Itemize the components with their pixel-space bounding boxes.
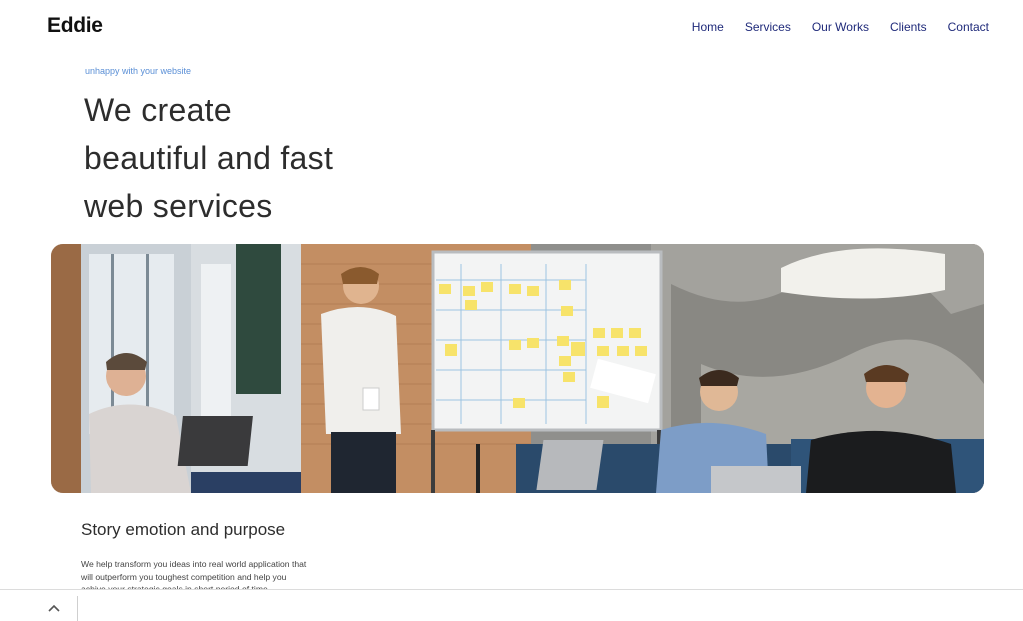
bottom-bar [0,589,1023,621]
hero-eyebrow: unhappy with your website [85,66,192,76]
brand-logo[interactable]: Eddie [47,14,103,38]
nav-link-clients[interactable]: Clients [890,20,927,34]
navbar: Eddie Home Services Our Works Clients Co… [0,0,1023,54]
nav-link-home[interactable]: Home [692,20,724,34]
nav-link-our-works[interactable]: Our Works [812,20,869,34]
hero-team-photo [51,244,984,493]
main-nav: Home Services Our Works Clients Contact [692,20,989,34]
hero-title-line: web services [84,188,273,224]
hero-title-line: We create [84,92,232,128]
story-title: Story emotion and purpose [81,520,286,539]
bar-divider [77,596,78,621]
hero-title: We create beautiful and fast web service… [84,86,504,230]
hero-title-line: beautiful and fast [84,140,334,176]
chevron-up-icon[interactable] [44,598,64,618]
nav-link-contact[interactable]: Contact [948,20,989,34]
story-body: We help transform you ideas into real wo… [81,559,307,589]
nav-link-services[interactable]: Services [745,20,791,34]
